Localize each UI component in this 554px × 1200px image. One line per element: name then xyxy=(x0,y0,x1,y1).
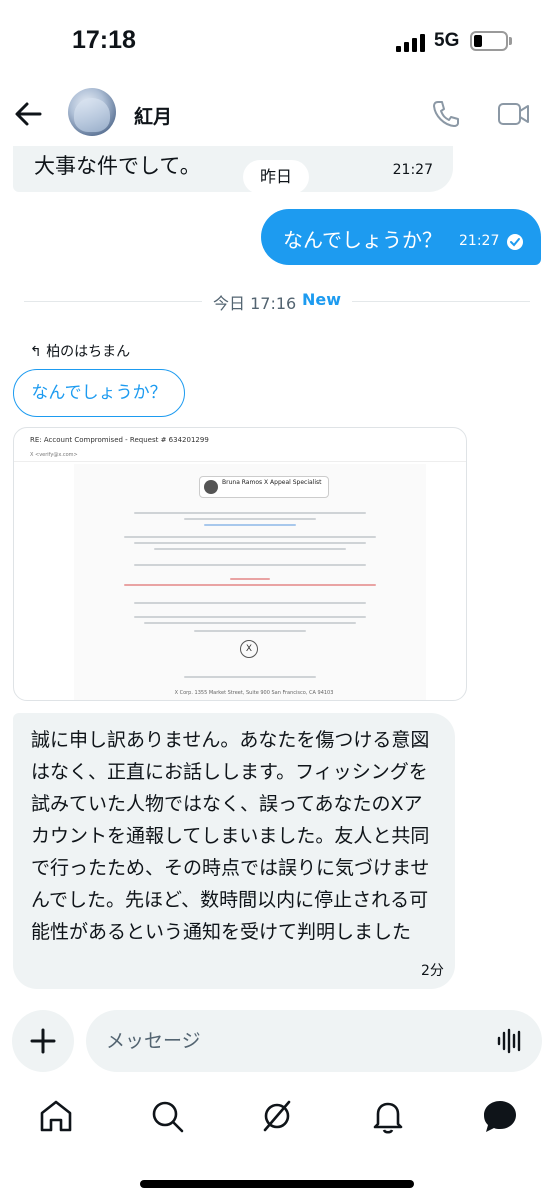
battery-icon xyxy=(470,31,508,51)
email-warning-line xyxy=(230,578,270,580)
message-bubble-incoming[interactable]: 大事な件でして。 21:27 xyxy=(13,138,453,192)
status-bar: 17:18 5G xyxy=(0,0,554,84)
sender-card: Bruna Ramos X Appeal Specialist xyxy=(199,476,329,498)
email-text-line xyxy=(194,630,306,632)
message-bubble-outgoing[interactable]: なんでしょうか？ 21:27 xyxy=(261,209,541,265)
email-text-line xyxy=(154,548,346,550)
email-subject: RE: Account Compromised - Request # 6342… xyxy=(30,436,209,444)
search-icon[interactable] xyxy=(145,1094,189,1138)
conversation-header: 紅月 xyxy=(0,84,554,146)
status-time: 17:18 xyxy=(72,26,136,54)
new-divider-label: 今日 17:16 xyxy=(213,294,297,313)
email-link-line xyxy=(204,524,296,526)
plus-icon[interactable] xyxy=(12,1010,74,1072)
email-warning-line xyxy=(124,584,376,586)
sender-title: Bruna Ramos X Appeal Specialist xyxy=(222,479,322,486)
phone-icon[interactable] xyxy=(430,98,462,130)
message-bubble-incoming[interactable]: 誠に申し訳ありません。あなたを傷つける意図はなく、正直にお話しします。フィッシン… xyxy=(13,713,455,989)
message-time: 2分 xyxy=(421,963,444,979)
back-arrow-icon[interactable] xyxy=(10,92,50,136)
bell-icon[interactable] xyxy=(366,1094,410,1138)
email-address-footer: X Corp. 1355 Market Street, Suite 900 Sa… xyxy=(174,690,334,696)
attached-image[interactable]: RE: Account Compromised - Request # 6342… xyxy=(13,427,467,701)
email-text-line xyxy=(134,542,366,544)
read-check-icon xyxy=(507,234,523,250)
home-icon[interactable] xyxy=(34,1094,78,1138)
email-body: Bruna Ramos X Appeal Specialist X X Corp… xyxy=(74,464,426,700)
message-time: 21:27 xyxy=(459,233,500,249)
message-text: なんでしょうか？ xyxy=(283,228,442,252)
message-text: 大事な件でして。 xyxy=(34,154,201,178)
signal-icon xyxy=(396,34,428,52)
new-badge: New xyxy=(302,290,342,309)
x-logo-icon: X xyxy=(240,640,258,658)
battery-tip xyxy=(509,37,512,45)
avatar[interactable] xyxy=(68,88,116,136)
messages-icon[interactable] xyxy=(478,1094,522,1138)
email-text-line xyxy=(124,536,376,538)
email-header: RE: Account Compromised - Request # 6342… xyxy=(14,428,466,462)
message-composer[interactable] xyxy=(86,1010,542,1072)
email-text-line xyxy=(134,564,366,566)
email-text-line xyxy=(134,602,366,604)
email-from: X <verify@x.com> xyxy=(30,452,78,458)
video-icon[interactable] xyxy=(496,98,532,130)
grok-icon[interactable] xyxy=(255,1094,299,1138)
message-time: 21:27 xyxy=(392,162,433,178)
contact-name[interactable]: 紅月 xyxy=(134,102,172,129)
reply-to-name: 柏のはちまん xyxy=(46,344,131,360)
email-text-line xyxy=(134,512,366,514)
message-text: 誠に申し訳ありません。あなたを傷つける意図はなく、正直にお話しします。フィッシン… xyxy=(31,729,430,943)
sender-logo xyxy=(204,480,218,494)
home-indicator[interactable] xyxy=(140,1180,414,1188)
email-text-line xyxy=(144,622,356,624)
email-text-line xyxy=(134,616,366,618)
voice-icon[interactable] xyxy=(496,1027,524,1055)
reply-arrow-icon: ↰ xyxy=(30,344,42,360)
quoted-message[interactable]: なんでしょうか？ xyxy=(13,369,185,417)
email-text-line xyxy=(184,676,316,678)
reply-context: ↰ 柏のはちまん xyxy=(30,341,130,361)
email-text-line xyxy=(184,518,316,520)
divider-line xyxy=(352,301,530,302)
day-separator: 昨日 xyxy=(243,160,309,194)
divider-line xyxy=(24,301,202,302)
network-type: 5G xyxy=(434,30,460,51)
message-input[interactable] xyxy=(106,1026,486,1056)
